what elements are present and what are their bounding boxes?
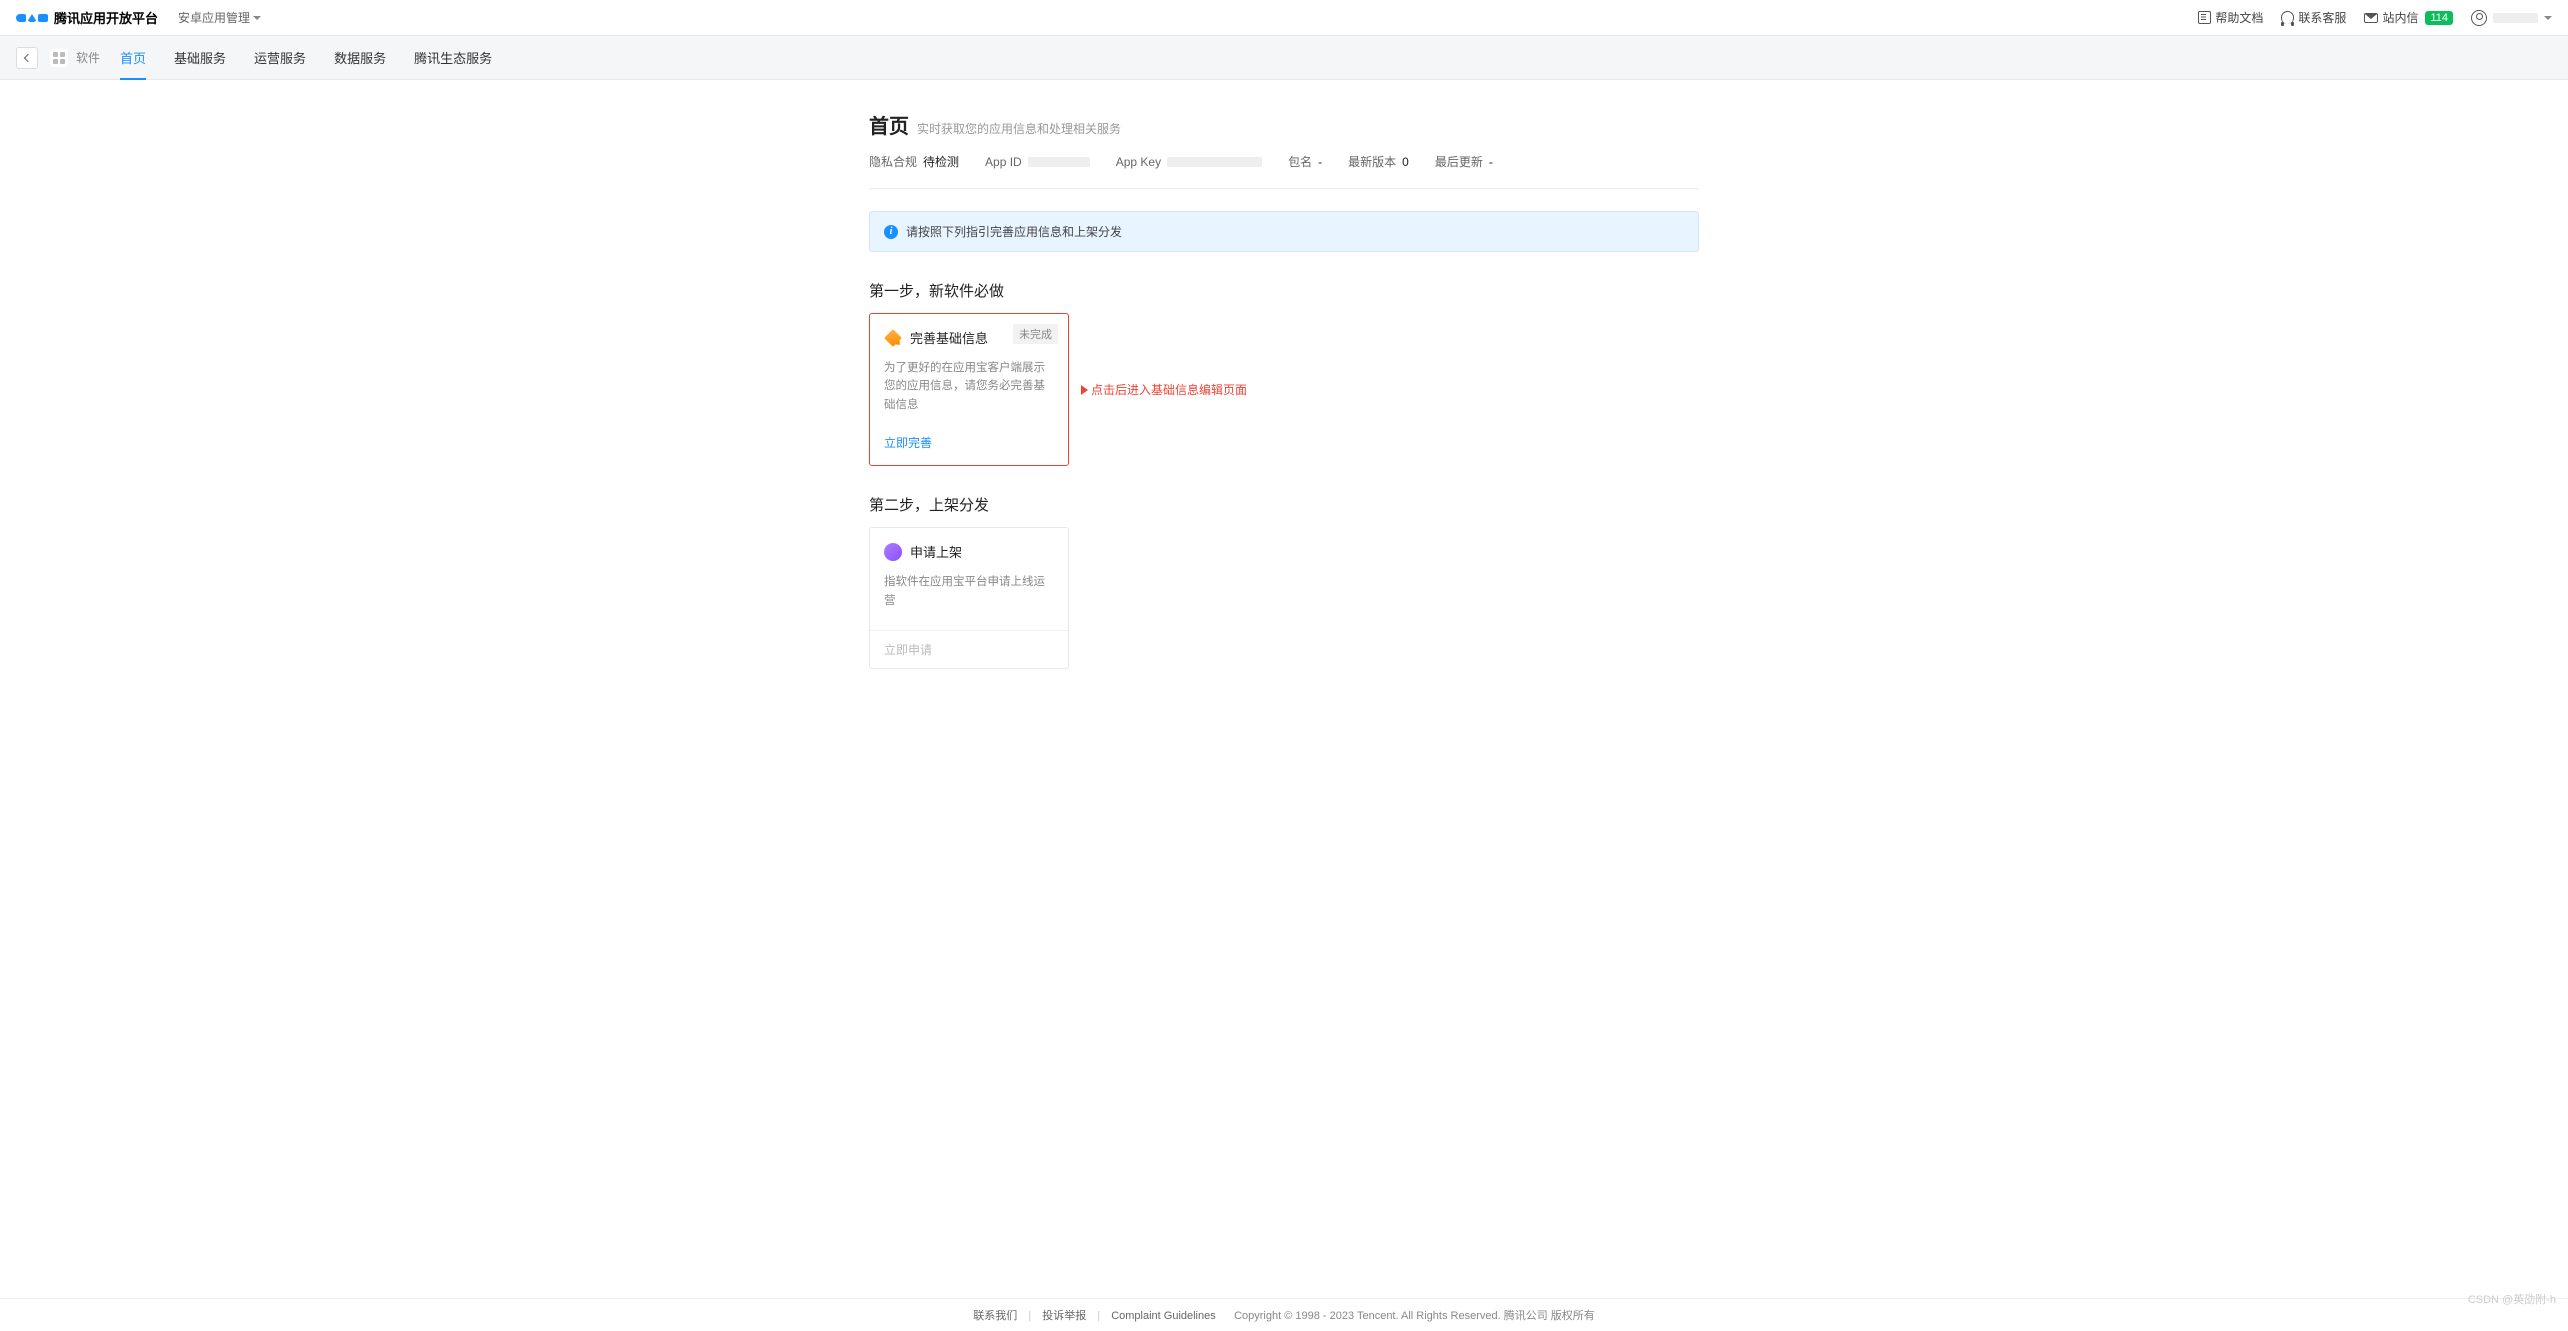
card-complete-basic-info[interactable]: 完善基础信息 未完成 为了更好的在应用宝客户端展示您的应用信息，请您务必完善基础… xyxy=(869,313,1069,466)
mail-icon xyxy=(2364,13,2378,23)
footer-complain[interactable]: 投诉举报 xyxy=(1042,1310,1086,1322)
platform-name: 腾讯应用开放平台 xyxy=(54,8,158,27)
send-icon xyxy=(884,543,902,561)
step1-row: 完善基础信息 未完成 为了更好的在应用宝客户端展示您的应用信息，请您务必完善基础… xyxy=(869,313,1699,466)
inbox-count-badge: 114 xyxy=(2425,11,2453,25)
meta-appid: App ID xyxy=(985,155,1090,169)
grid-icon xyxy=(50,49,68,67)
footer-guidelines[interactable]: Complaint Guidelines xyxy=(1111,1310,1216,1322)
app-meta-row: 隐私合规 待检测 App ID App Key 包名 - 最新版本 0 最后更新… xyxy=(869,153,1699,189)
info-banner: i 请按照下列指引完善应用信息和上架分发 xyxy=(869,211,1699,252)
management-label: 安卓应用管理 xyxy=(178,9,250,26)
footer-copyright: Copyright © 1998 - 2023 Tencent. All Rig… xyxy=(1234,1310,1595,1322)
meta-package: 包名 - xyxy=(1288,153,1322,170)
step1-title: 第一步，新软件必做 xyxy=(869,280,1699,301)
tab-basic-services[interactable]: 基础服务 xyxy=(174,35,226,80)
tab-home[interactable]: 首页 xyxy=(120,35,146,80)
user-name-redacted xyxy=(2493,13,2538,23)
logo-icon xyxy=(16,14,48,22)
card-description: 为了更好的在应用宝客户端展示您的应用信息，请您务必完善基础信息 xyxy=(884,359,1054,414)
header-right: 帮助文档 联系客服 站内信 114 xyxy=(2198,9,2552,26)
appid-value-redacted xyxy=(1028,157,1090,167)
app-type-label: 软件 xyxy=(76,49,100,66)
action-apply-now-disabled: 立即申请 xyxy=(884,641,1054,658)
user-icon xyxy=(2471,10,2487,26)
help-docs-link[interactable]: 帮助文档 xyxy=(2198,9,2263,26)
inbox-link[interactable]: 站内信 114 xyxy=(2364,9,2453,26)
card-title: 完善基础信息 xyxy=(910,328,988,347)
card-title: 申请上架 xyxy=(910,542,962,561)
nav-bar: 软件 首页 基础服务 运营服务 数据服务 腾讯生态服务 xyxy=(0,36,2568,80)
page-title: 首页 xyxy=(869,110,909,139)
meta-latest-version: 最新版本 0 xyxy=(1348,153,1409,170)
nav-tabs: 首页 基础服务 运营服务 数据服务 腾讯生态服务 xyxy=(120,35,492,80)
headset-icon xyxy=(2281,11,2294,24)
watermark: CSDN @英劭附-h xyxy=(2468,1291,2556,1307)
meta-last-update: 最后更新 - xyxy=(1435,153,1493,170)
user-menu[interactable] xyxy=(2471,10,2552,26)
action-complete-now[interactable]: 立即完善 xyxy=(884,434,1054,451)
step2-title: 第二步，上架分发 xyxy=(869,494,1699,515)
chevron-down-icon xyxy=(253,16,261,20)
platform-logo[interactable]: 腾讯应用开放平台 xyxy=(16,8,158,27)
back-button[interactable] xyxy=(16,47,38,69)
page-subtitle: 实时获取您的应用信息和处理相关服务 xyxy=(917,120,1121,137)
annotation-arrow: 点击后进入基础信息编辑页面 xyxy=(1081,381,1247,398)
management-dropdown[interactable]: 安卓应用管理 xyxy=(178,9,261,26)
top-header: 腾讯应用开放平台 安卓应用管理 帮助文档 联系客服 站内信 114 xyxy=(0,0,2568,36)
meta-privacy: 隐私合规 待检测 xyxy=(869,153,959,170)
status-tag-incomplete: 未完成 xyxy=(1013,324,1058,344)
tab-operation-services[interactable]: 运营服务 xyxy=(254,35,306,80)
appkey-value-redacted xyxy=(1167,157,1262,167)
pencil-icon xyxy=(884,329,902,347)
main-content: 首页 实时获取您的应用信息和处理相关服务 隐私合规 待检测 App ID App… xyxy=(869,80,1699,729)
card-description: 指软件在应用宝平台申请上线运营 xyxy=(884,573,1054,610)
contact-cs-link[interactable]: 联系客服 xyxy=(2281,9,2346,26)
card-apply-publish: 申请上架 指软件在应用宝平台申请上线运营 立即申请 xyxy=(869,527,1069,669)
chevron-down-icon xyxy=(2544,16,2552,20)
app-type-switch[interactable]: 软件 xyxy=(50,49,100,67)
info-banner-text: 请按照下列指引完善应用信息和上架分发 xyxy=(906,223,1122,240)
meta-appkey: App Key xyxy=(1116,155,1262,169)
step2-row: 申请上架 指软件在应用宝平台申请上线运营 立即申请 xyxy=(869,527,1699,669)
header-left: 腾讯应用开放平台 安卓应用管理 xyxy=(16,8,261,27)
footer-contact[interactable]: 联系我们 xyxy=(973,1310,1017,1322)
info-icon: i xyxy=(884,225,898,239)
tab-tencent-ecosystem[interactable]: 腾讯生态服务 xyxy=(414,35,492,80)
page-footer: 联系我们 | 投诉举报 | Complaint Guidelines Copyr… xyxy=(0,1298,2568,1331)
page-header: 首页 实时获取您的应用信息和处理相关服务 xyxy=(869,110,1699,139)
tab-data-services[interactable]: 数据服务 xyxy=(334,35,386,80)
document-icon xyxy=(2198,11,2211,24)
